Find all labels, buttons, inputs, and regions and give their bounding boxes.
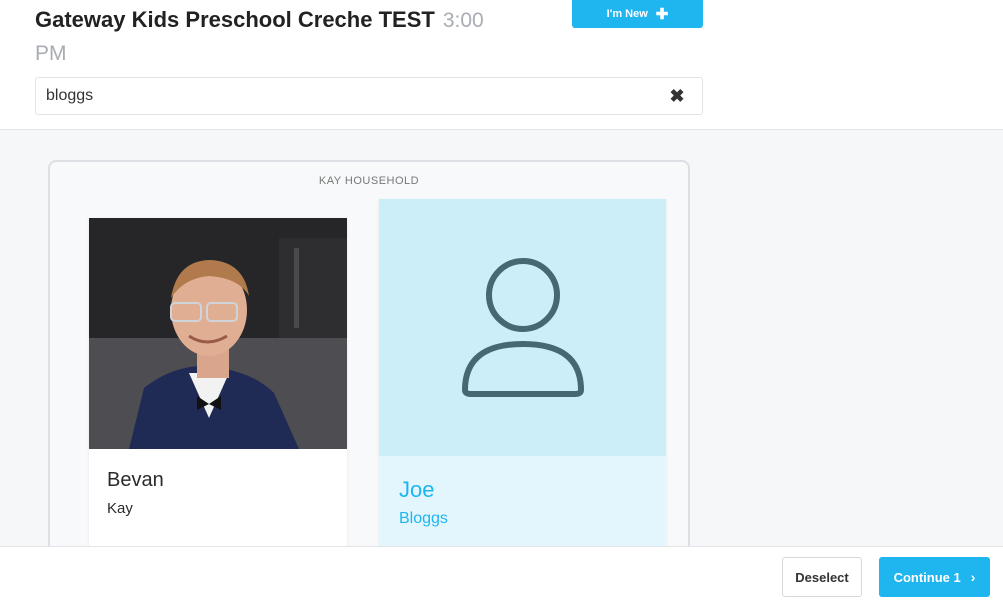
person-photo bbox=[89, 218, 347, 449]
person-last-name: Kay bbox=[107, 500, 133, 517]
household-group: KAY HOUSEHOLD Bevan Kay Joe Bloggs bbox=[48, 160, 690, 560]
page-title: Gateway Kids Preschool Creche TEST 3:00 P… bbox=[35, 4, 505, 70]
footer-bar: Deselect Continue 1 › bbox=[0, 546, 1003, 603]
person-first-name: Bevan bbox=[107, 469, 164, 491]
avatar-placeholder bbox=[379, 199, 666, 456]
person-card-joe[interactable]: Joe Bloggs bbox=[379, 199, 666, 559]
continue-label: Continue 1 bbox=[893, 569, 961, 585]
person-icon bbox=[461, 257, 584, 397]
top-bar: Gateway Kids Preschool Creche TEST 3:00 P… bbox=[0, 0, 1003, 130]
im-new-button[interactable]: I'm New ✚ bbox=[572, 0, 703, 28]
person-last-name: Bloggs bbox=[399, 510, 448, 527]
search-input[interactable] bbox=[46, 78, 646, 114]
person-first-name: Joe bbox=[399, 477, 435, 502]
continue-button[interactable]: Continue 1 › bbox=[879, 557, 990, 597]
chevron-right-icon: › bbox=[970, 569, 976, 585]
close-icon[interactable]: ✖ bbox=[668, 87, 686, 105]
deselect-button[interactable]: Deselect bbox=[782, 557, 862, 597]
search-box: ✖ bbox=[35, 77, 703, 115]
person-card-bevan[interactable]: Bevan Kay bbox=[89, 218, 347, 548]
household-label: KAY HOUSEHOLD bbox=[318, 175, 420, 187]
service-name: Gateway Kids Preschool Creche TEST bbox=[35, 7, 435, 32]
plus-icon: ✚ bbox=[655, 5, 669, 23]
im-new-label: I'm New bbox=[606, 8, 648, 20]
